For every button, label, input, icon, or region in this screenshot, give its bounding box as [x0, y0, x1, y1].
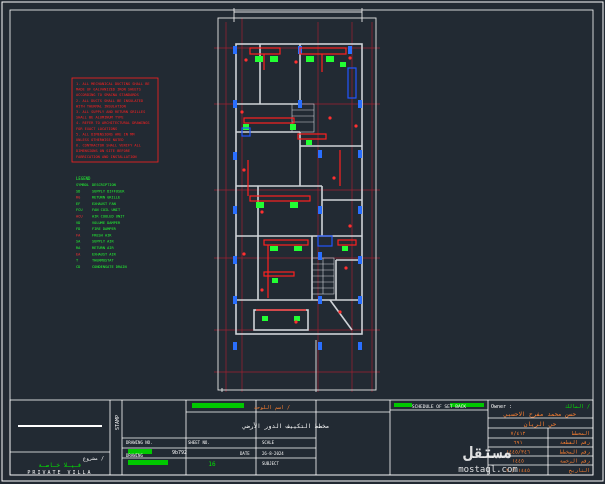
legend-symbol: EF	[76, 202, 80, 206]
legend-description: AIR COOLED UNIT	[92, 215, 125, 219]
structural-columns	[233, 46, 362, 350]
legend-description: RETURN GRILLE	[92, 196, 120, 200]
general-note-line: MADE OF GALVANIZED IRON SHEETS	[76, 88, 141, 92]
schedule-label: SCHEDULE OF SET BACK	[412, 404, 466, 410]
general-note-line: 5. ALL DIMENSIONS ARE IN MM	[76, 132, 135, 136]
owner-ar-label: المالك /	[565, 404, 590, 410]
district: حي الريان	[524, 421, 557, 428]
mostaql-watermark: مستقل mostaql.com	[458, 443, 518, 475]
date-label: DATE	[240, 451, 250, 456]
project-label: مشروع /	[83, 456, 104, 462]
legend-description: EXHAUST FAN	[92, 202, 116, 206]
watermark-brand: مستقل	[463, 443, 512, 462]
general-note-line: 6. CONTRACTOR SHALL VERIFY ALL	[76, 144, 141, 148]
info-row-value: ٧/٤١٢	[510, 431, 525, 437]
general-note-line: WITH THERMAL INSULATION	[76, 104, 126, 108]
legend-symbol: SD	[76, 189, 80, 193]
sheet-no: 16	[208, 461, 216, 468]
legend-symbol: FA	[76, 233, 81, 237]
legend-symbol: RG	[76, 196, 80, 200]
sheet-no-label: SHEET NO.	[188, 440, 210, 445]
legend-description: FAN COIL UNIT	[92, 208, 121, 212]
subject-label: SUBJECT	[262, 461, 279, 466]
legend-symbol: EA	[76, 252, 81, 256]
legend-description: SUPPLY AIR	[92, 240, 114, 244]
legend-symbol: T	[76, 259, 79, 263]
legend-header: LEGEND	[76, 176, 91, 181]
date-value: 26-8-2024	[262, 451, 284, 456]
sheet-title: مخطط التكييف الدور الأرضي	[242, 422, 330, 430]
legend-symbol: FD	[76, 227, 80, 231]
legend-symbol: RA	[76, 246, 81, 250]
general-note-line: 2. ALL DUCTS SHALL BE INSULATED	[76, 99, 143, 103]
cad-viewport[interactable]: 1. ALL MECHANICAL DUCTING SHALL BE MADE O…	[0, 0, 605, 484]
owner-label: Owner :	[491, 404, 512, 410]
general-note-line: SHALL BE ALUMINUM TYPE	[76, 116, 124, 120]
general-note-line: DIMENSIONS ON SITE BEFORE	[76, 149, 130, 153]
info-row-label: رقم القطعة	[560, 440, 590, 446]
general-note-line: UNLESS OTHERWISE NOTED	[76, 138, 124, 142]
legend-symbol: CD	[76, 265, 80, 269]
info-row-label: المخطط	[572, 431, 590, 437]
legend-symbol: SA	[76, 240, 81, 244]
legend-symbol: ACU	[76, 215, 83, 219]
legend-description: THERMOSTAT	[92, 259, 114, 263]
info-row-label: رقم الرخصة	[560, 459, 590, 465]
legend-description: FRESH AIR	[92, 233, 112, 237]
info-row-value: ٦٩١	[513, 440, 522, 446]
scale-label: SCALE	[262, 440, 275, 445]
info-row-label: التاريخ	[569, 468, 590, 474]
project-name-en: PRIVATE VILLA	[27, 470, 92, 476]
project-name: فـيـلا خـاصـة	[38, 462, 81, 469]
owner-name: حسن محمد مفرح الاحسبي	[503, 411, 577, 418]
building-walls	[235, 43, 363, 335]
general-note-line: 4. REFER TO ARCHITECTURAL DRAWINGS	[76, 121, 150, 125]
general-note-line: FOR EXACT LOCATIONS	[76, 127, 117, 131]
legend-symbol: FCU	[76, 208, 83, 212]
hvac-legend: LEGEND SYMBOL DESCRIPTION SD SUPPLY DIFFUSER…	[76, 176, 127, 269]
general-note-line: 3. ALL SUPPLY AND RETURN GRILLES	[76, 110, 145, 114]
legend-description: EXHAUST AIR	[92, 252, 117, 256]
legend-description: CONDENSATE DRAIN	[92, 265, 127, 269]
hvac-units	[241, 67, 357, 247]
stamp-label: STAMP	[115, 415, 121, 430]
general-notes: 1. ALL MECHANICAL DUCTING SHALL BE MADE O…	[76, 82, 150, 159]
legend-description: SUPPLY DIFFUSER	[92, 189, 125, 193]
legend-description: FIRE DAMPER	[92, 227, 117, 231]
cad-drawing-canvas[interactable]: 1. ALL MECHANICAL DUCTING SHALL BE MADE O…	[0, 0, 605, 484]
general-note-line: ACCORDING TO SMACNA STANDARDS	[76, 93, 139, 97]
drawing-label: DRAWING	[126, 453, 143, 458]
legend-symbol: VD	[76, 221, 80, 225]
general-note-line: FABRICATION AND INSTALLATION	[76, 155, 137, 159]
legend-symbol: SYMBOL	[76, 183, 89, 187]
watermark-url: mostaql.com	[458, 465, 518, 475]
info-row-value: ١٤٤٥	[512, 459, 524, 465]
legend-description: VOLUME DAMPER	[92, 221, 121, 225]
legend-description: RETURN AIR	[92, 246, 114, 250]
general-note-line: 1. ALL MECHANICAL DUCTING SHALL BE	[76, 82, 150, 86]
sheet-title-label: اسم اللوحة /	[254, 405, 290, 411]
drawing-no-label: DRAWING NO.	[126, 440, 153, 445]
legend-description: DESCRIPTION	[92, 183, 116, 187]
drawing-no: 9b792	[172, 450, 187, 456]
info-row-label: رقم المخطط	[560, 449, 590, 455]
